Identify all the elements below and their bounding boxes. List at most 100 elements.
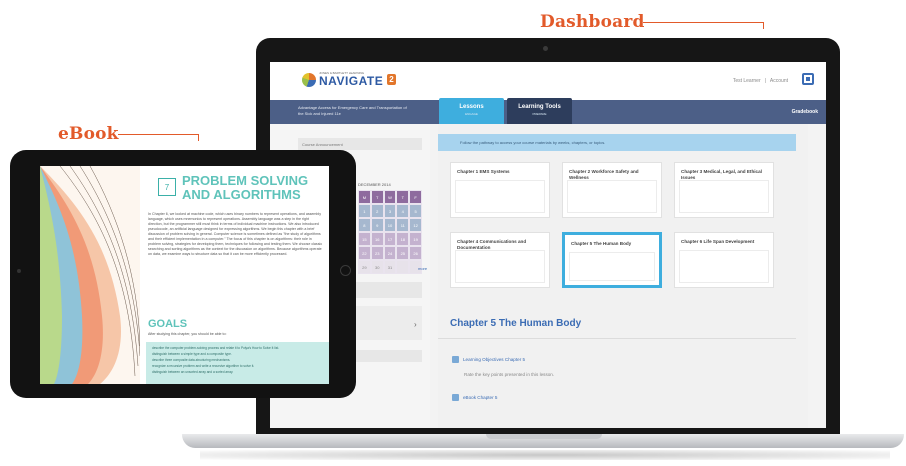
calendar-day[interactable]: 15 [358,232,371,246]
chapter-title: PROBLEM SOLVING AND ALGORITHMS [182,173,309,202]
header-links: Test Learner | Account [733,78,788,84]
announcement-field[interactable]: Course Announcement [298,138,422,150]
calendar-day[interactable]: W [383,190,397,204]
laptop-camera [543,46,548,51]
window-icon[interactable] [802,73,814,85]
calendar-day[interactable]: 2 [370,204,384,218]
learning-objectives-label: Learning Objectives Chapter 5 [463,357,526,362]
ebook-callout-line [118,134,198,135]
chapter-card[interactable]: Chapter 3 Medical, Legal, and Ethical Is… [674,162,774,218]
ebook-callout-tick [198,134,199,141]
tablet: 7 PROBLEM SOLVING AND ALGORITHMS In Chap… [10,150,356,398]
calendar-day[interactable]: 5 [409,204,422,218]
account-link[interactable]: Account [770,78,788,84]
tab-lessons[interactable]: Lessons ENGAGE [439,98,504,126]
navigate-logo[interactable]: JONES & BARTLETT LEARNING NAVIGATE 2 [302,72,396,87]
laptop-notch [486,434,602,439]
calendar-day[interactable]: 26 [409,246,422,260]
calendar-day[interactable]: 22 [358,246,371,260]
chapter-divider [438,338,796,339]
tablet-camera [17,269,21,273]
dashboard-callout-line [643,22,763,23]
gradebook-link[interactable]: Gradebook [792,109,818,115]
goal-item: recognize a recursive problem and write … [152,364,255,368]
calendar-day[interactable]: 24 [383,246,397,260]
tab-lessons-label: Lessons [459,104,484,110]
calendar-day[interactable]: 1 [358,204,371,218]
tab-learning-tools-sub: PREPARE [532,112,547,116]
home-button[interactable] [340,265,351,276]
ebook-chapter-label: eBook Chapter 5 [463,395,498,400]
calendar-day[interactable]: 12 [409,218,422,232]
calendar-header [358,172,422,181]
chapter-card[interactable]: Chapter 6 Life Span Development [674,232,774,288]
calendar-day[interactable]: T [370,190,384,204]
tab-learning-tools[interactable]: Learning Tools PREPARE [507,98,572,126]
calendar-day[interactable]: 4 [396,204,410,218]
goal-item: describe the computer problem-solving pr… [152,346,280,350]
calendar-grid: M T W T F 1 2 3 4 5 8 9 10 11 12 15 16 17 18 19 22 23 24 25 26 29… [358,190,422,274]
nav-bar: Advantage Access for Emergency Care and … [270,98,826,126]
chapter-card[interactable]: Chapter 1 EMS Systems [450,162,550,218]
ebook-screen: 7 PROBLEM SOLVING AND ALGORITHMS In Chap… [40,166,329,384]
calendar-day[interactable]: 23 [370,246,384,260]
calendar-day[interactable]: M [358,190,371,204]
chapter-heading: Chapter 5 The Human Body [450,318,582,329]
logo-mark-icon [302,72,316,87]
calendar-day[interactable]: 31 [383,260,397,274]
calendar-day[interactable]: 11 [396,218,410,232]
sidebar-chevron-right-icon[interactable]: › [414,320,417,329]
goals-heading: GOALS [148,318,188,330]
calendar-day[interactable]: 16 [370,232,384,246]
dashboard-callout: Dashboard [540,12,645,32]
calendar-day[interactable]: 19 [409,232,422,246]
book-icon [452,394,459,401]
chapter-card-body [679,250,769,283]
feather-illustration [40,166,140,384]
calendar-day[interactable]: T [396,190,410,204]
chapter-card-title: Chapter 1 EMS Systems [457,169,510,174]
logo-wordmark: JONES & BARTLETT LEARNING NAVIGATE [319,72,384,88]
app-header: JONES & BARTLETT LEARNING NAVIGATE 2 Tes… [270,62,826,100]
logo-text: NAVIGATE [319,74,384,88]
chapter-card-selected[interactable]: Chapter 5 The Human Body [562,232,662,288]
calendar-day[interactable]: 10 [383,218,397,232]
course-title: Advantage Access for Emergency Care and … [298,105,407,116]
main-content: Follow the pathway to access your course… [438,124,808,428]
calendar-day[interactable]: 29 [358,260,371,274]
chapter-card-body [569,252,655,281]
document-icon [452,356,459,363]
calendar-day[interactable]: 17 [383,232,397,246]
calendar-day[interactable]: 30 [370,260,384,274]
ebook-callout: eBook [58,124,119,144]
goal-item: describe three composite data-structurin… [152,358,231,362]
learning-objectives-link[interactable]: Learning Objectives Chapter 5 [452,356,525,363]
chapter-card-body [455,180,545,213]
chapter-card-body [679,180,769,213]
logo-badge: 2 [387,74,396,85]
calendar-day[interactable]: 9 [370,218,384,232]
laptop-shadow [200,450,890,460]
goal-item: distinguish between a simple type and a … [152,352,232,356]
user-name-link[interactable]: Test Learner [733,78,761,84]
goals-intro: After studying this chapter, you should … [148,332,227,336]
chapter-card[interactable]: Chapter 4 Communications and Documentati… [450,232,550,288]
dashboard-callout-tick [763,22,764,29]
tab-lessons-sub: ENGAGE [465,112,478,116]
calendar-day[interactable]: F [409,190,422,204]
chapter-card-title: Chapter 5 The Human Body [571,241,632,246]
chapter-card-body [455,250,545,283]
calendar-day[interactable]: 25 [396,246,410,260]
calendar-day[interactable]: 18 [396,232,410,246]
calendar-day[interactable]: 3 [383,204,397,218]
calendar-more-link[interactable]: more [418,266,427,271]
tab-learning-tools-label: Learning Tools [518,104,561,110]
ebook-chapter-link[interactable]: eBook Chapter 5 [452,394,497,401]
calendar-day[interactable]: 8 [358,218,371,232]
learning-objectives-desc: Rate the key points presented in this le… [464,372,555,377]
chapter-card[interactable]: Chapter 2 Workforce Safety and Wellness [562,162,662,218]
calendar-day[interactable] [396,260,410,274]
chapter-body-text: In Chapter 6, we looked at machine code,… [148,212,323,256]
pathway-banner: Follow the pathway to access your course… [438,134,796,151]
header-separator: | [764,78,766,84]
